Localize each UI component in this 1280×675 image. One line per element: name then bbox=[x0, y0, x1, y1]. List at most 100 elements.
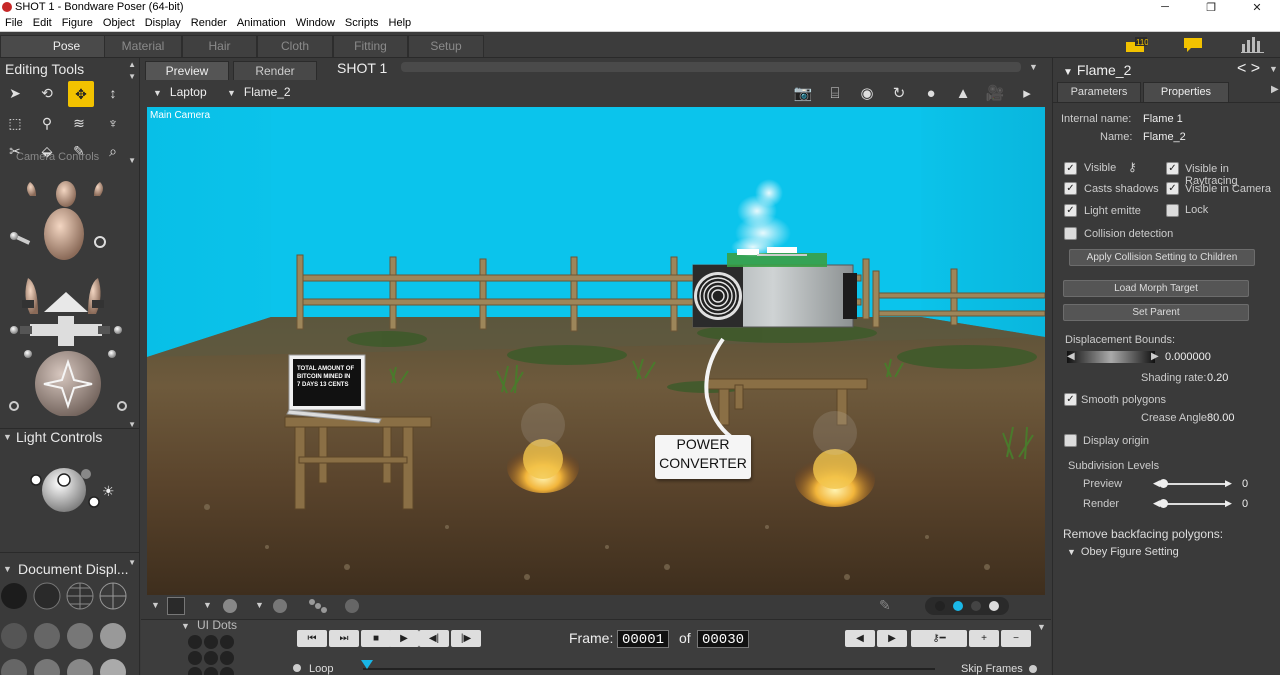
main-camera-icon[interactable]: 📷 bbox=[791, 82, 815, 104]
light-controls-collapse-icon[interactable]: ▼ bbox=[3, 432, 12, 442]
step-end-button[interactable]: ⏭ bbox=[329, 630, 359, 647]
light-controls-widget[interactable]: ☀ bbox=[0, 456, 140, 526]
shading-rate-value[interactable]: 0.20 bbox=[1207, 372, 1228, 384]
obey-figure-setting-select[interactable]: ▼ Obey Figure Setting bbox=[1067, 546, 1179, 558]
tab-cloth[interactable]: Cloth bbox=[257, 35, 333, 57]
document-scroll-icon[interactable]: ▼ bbox=[128, 558, 136, 567]
visible-camera-checkbox[interactable]: ✓ bbox=[1166, 182, 1179, 195]
tab-render[interactable]: Render bbox=[233, 61, 317, 80]
tab-parameters[interactable]: Parameters bbox=[1057, 82, 1141, 102]
loop-radio[interactable] bbox=[293, 664, 301, 672]
timeline-scrubber[interactable] bbox=[363, 668, 935, 670]
twist-tool-icon[interactable]: ♆ bbox=[102, 112, 124, 134]
chain-break-tool-icon[interactable]: ≋ bbox=[68, 112, 90, 134]
render-slider-knob[interactable] bbox=[1159, 499, 1168, 508]
translate-y-tool-icon[interactable]: ↕ bbox=[102, 82, 124, 104]
shading-dropdown-icon[interactable]: ▼ bbox=[203, 600, 212, 610]
menu-animation[interactable]: Animation bbox=[232, 17, 291, 29]
visible-checkbox[interactable]: ✓ bbox=[1064, 162, 1077, 175]
menu-scripts[interactable]: Scripts bbox=[340, 17, 384, 29]
swatch-white[interactable] bbox=[989, 601, 999, 611]
select-tool-icon[interactable]: ➤ bbox=[4, 82, 26, 104]
panel-menu-icon[interactable]: ▼ bbox=[1269, 64, 1278, 74]
menu-file[interactable]: File bbox=[0, 17, 28, 29]
swatch-blue[interactable] bbox=[953, 601, 963, 611]
display-dropdown-icon[interactable]: ▼ bbox=[255, 600, 264, 610]
rotate-camera-icon[interactable]: ↻ bbox=[887, 82, 911, 104]
face-camera-toolbar-icon[interactable]: ● bbox=[919, 82, 943, 104]
chat-icon[interactable] bbox=[1182, 36, 1204, 54]
taper-tool-icon[interactable]: ⚲ bbox=[36, 112, 58, 134]
translate-tool-icon[interactable]: ✥ bbox=[68, 81, 94, 107]
tab-properties[interactable]: Properties bbox=[1143, 82, 1229, 102]
menu-object[interactable]: Object bbox=[98, 17, 140, 29]
remove-key-button[interactable]: − bbox=[1001, 630, 1031, 647]
tab-preview[interactable]: Preview bbox=[145, 61, 229, 80]
crease-angle-value[interactable]: 80.00 bbox=[1207, 412, 1235, 424]
menu-display[interactable]: Display bbox=[140, 17, 186, 29]
scroll-up-icon[interactable]: ▲ bbox=[128, 60, 136, 69]
load-morph-target-button[interactable]: Load Morph Target bbox=[1063, 280, 1249, 297]
light-scroll-icon[interactable]: ▼ bbox=[128, 420, 136, 429]
swatch-black[interactable] bbox=[935, 601, 945, 611]
figure-select[interactable]: ▼ Laptop bbox=[153, 85, 207, 99]
add-keyframe-key-icon[interactable]: ⚷━ bbox=[911, 630, 967, 647]
dolly-camera-icon[interactable]: ◉ bbox=[855, 82, 879, 104]
displacement-bounds-value[interactable]: 0.000000 bbox=[1165, 351, 1211, 363]
next-keyframe-button[interactable]: ▶ bbox=[877, 630, 907, 647]
preview-slider[interactable] bbox=[1159, 483, 1227, 485]
render-slider[interactable] bbox=[1159, 503, 1227, 505]
viewport-menu-icon[interactable]: ▼ bbox=[1029, 62, 1038, 72]
menu-edit[interactable]: Edit bbox=[28, 17, 57, 29]
displacement-bounds-dial[interactable] bbox=[1067, 351, 1155, 363]
name-value[interactable]: Flame_2 bbox=[1143, 131, 1186, 143]
tab-hair[interactable]: Hair bbox=[182, 35, 257, 57]
visible-raytracing-checkbox[interactable]: ✓ bbox=[1166, 162, 1179, 175]
tab-fitting[interactable]: Fitting bbox=[333, 35, 408, 57]
ground-sphere-icon[interactable] bbox=[345, 599, 359, 613]
step-back-button[interactable]: ◀| bbox=[419, 630, 449, 647]
minimize-icon[interactable]: ─ bbox=[1142, 1, 1188, 13]
casts-shadows-checkbox[interactable]: ✓ bbox=[1064, 182, 1077, 195]
prev-keyframe-button[interactable]: ◀ bbox=[845, 630, 875, 647]
box-tracking-icon[interactable] bbox=[167, 597, 185, 615]
aux-camera-icon[interactable]: ⌸ bbox=[823, 82, 847, 104]
display-styles-widget[interactable] bbox=[0, 580, 140, 675]
video-camera-icon[interactable]: 🎥 bbox=[983, 82, 1007, 104]
rotate-tool-icon[interactable]: ⟲ bbox=[36, 82, 58, 104]
scene-viewport[interactable]: Main Camera TOTAL AMOUNT OF BITCOIN MINE… bbox=[147, 107, 1045, 595]
set-parent-button[interactable]: Set Parent bbox=[1063, 304, 1249, 321]
more-cameras-icon[interactable]: ▸ bbox=[1015, 82, 1039, 104]
tab-setup[interactable]: Setup bbox=[408, 35, 484, 57]
timeline-menu-icon[interactable]: ▼ bbox=[1037, 622, 1046, 632]
menu-figure[interactable]: Figure bbox=[57, 17, 98, 29]
stats-icon[interactable] bbox=[1240, 36, 1266, 54]
zoom-tool-icon[interactable]: ⌕ bbox=[102, 140, 124, 162]
stop-button[interactable]: ■ bbox=[361, 630, 391, 647]
play-button[interactable]: ▶ bbox=[389, 630, 419, 647]
menu-render[interactable]: Render bbox=[186, 17, 232, 29]
smooth-polygons-checkbox[interactable]: ✓ bbox=[1064, 393, 1077, 406]
timeline-playhead[interactable] bbox=[361, 660, 373, 669]
tab-material[interactable]: Material bbox=[104, 35, 182, 57]
frame-current-field[interactable]: 00001 bbox=[617, 630, 669, 648]
step-forward-button[interactable]: |▶ bbox=[451, 630, 481, 647]
multi-sphere-icon[interactable] bbox=[307, 597, 329, 615]
library-icon[interactable]: 110 bbox=[1124, 36, 1149, 54]
document-display-collapse-icon[interactable]: ▼ bbox=[3, 564, 12, 574]
shading-sphere-icon[interactable] bbox=[223, 599, 237, 613]
scale-tool-icon[interactable]: ⬚ bbox=[4, 112, 26, 134]
add-key-button[interactable]: + bbox=[969, 630, 999, 647]
menu-window[interactable]: Window bbox=[291, 17, 340, 29]
prev-next-actor-icon[interactable]: < > bbox=[1237, 60, 1260, 78]
subdivision-render-value[interactable]: 0 bbox=[1242, 498, 1248, 510]
skip-frames-radio[interactable] bbox=[1029, 665, 1037, 673]
preview-slider-knob[interactable] bbox=[1159, 479, 1168, 488]
tracking-dropdown-icon[interactable]: ▼ bbox=[151, 600, 160, 610]
frame-total-field[interactable]: 00030 bbox=[697, 630, 749, 648]
menu-help[interactable]: Help bbox=[384, 17, 417, 29]
camera-controls-widget[interactable] bbox=[0, 166, 140, 416]
go-to-start-button[interactable]: ⏮ bbox=[297, 630, 327, 647]
swatch-gray[interactable] bbox=[971, 601, 981, 611]
actor-title-collapse-icon[interactable]: ▼ bbox=[1063, 67, 1073, 78]
